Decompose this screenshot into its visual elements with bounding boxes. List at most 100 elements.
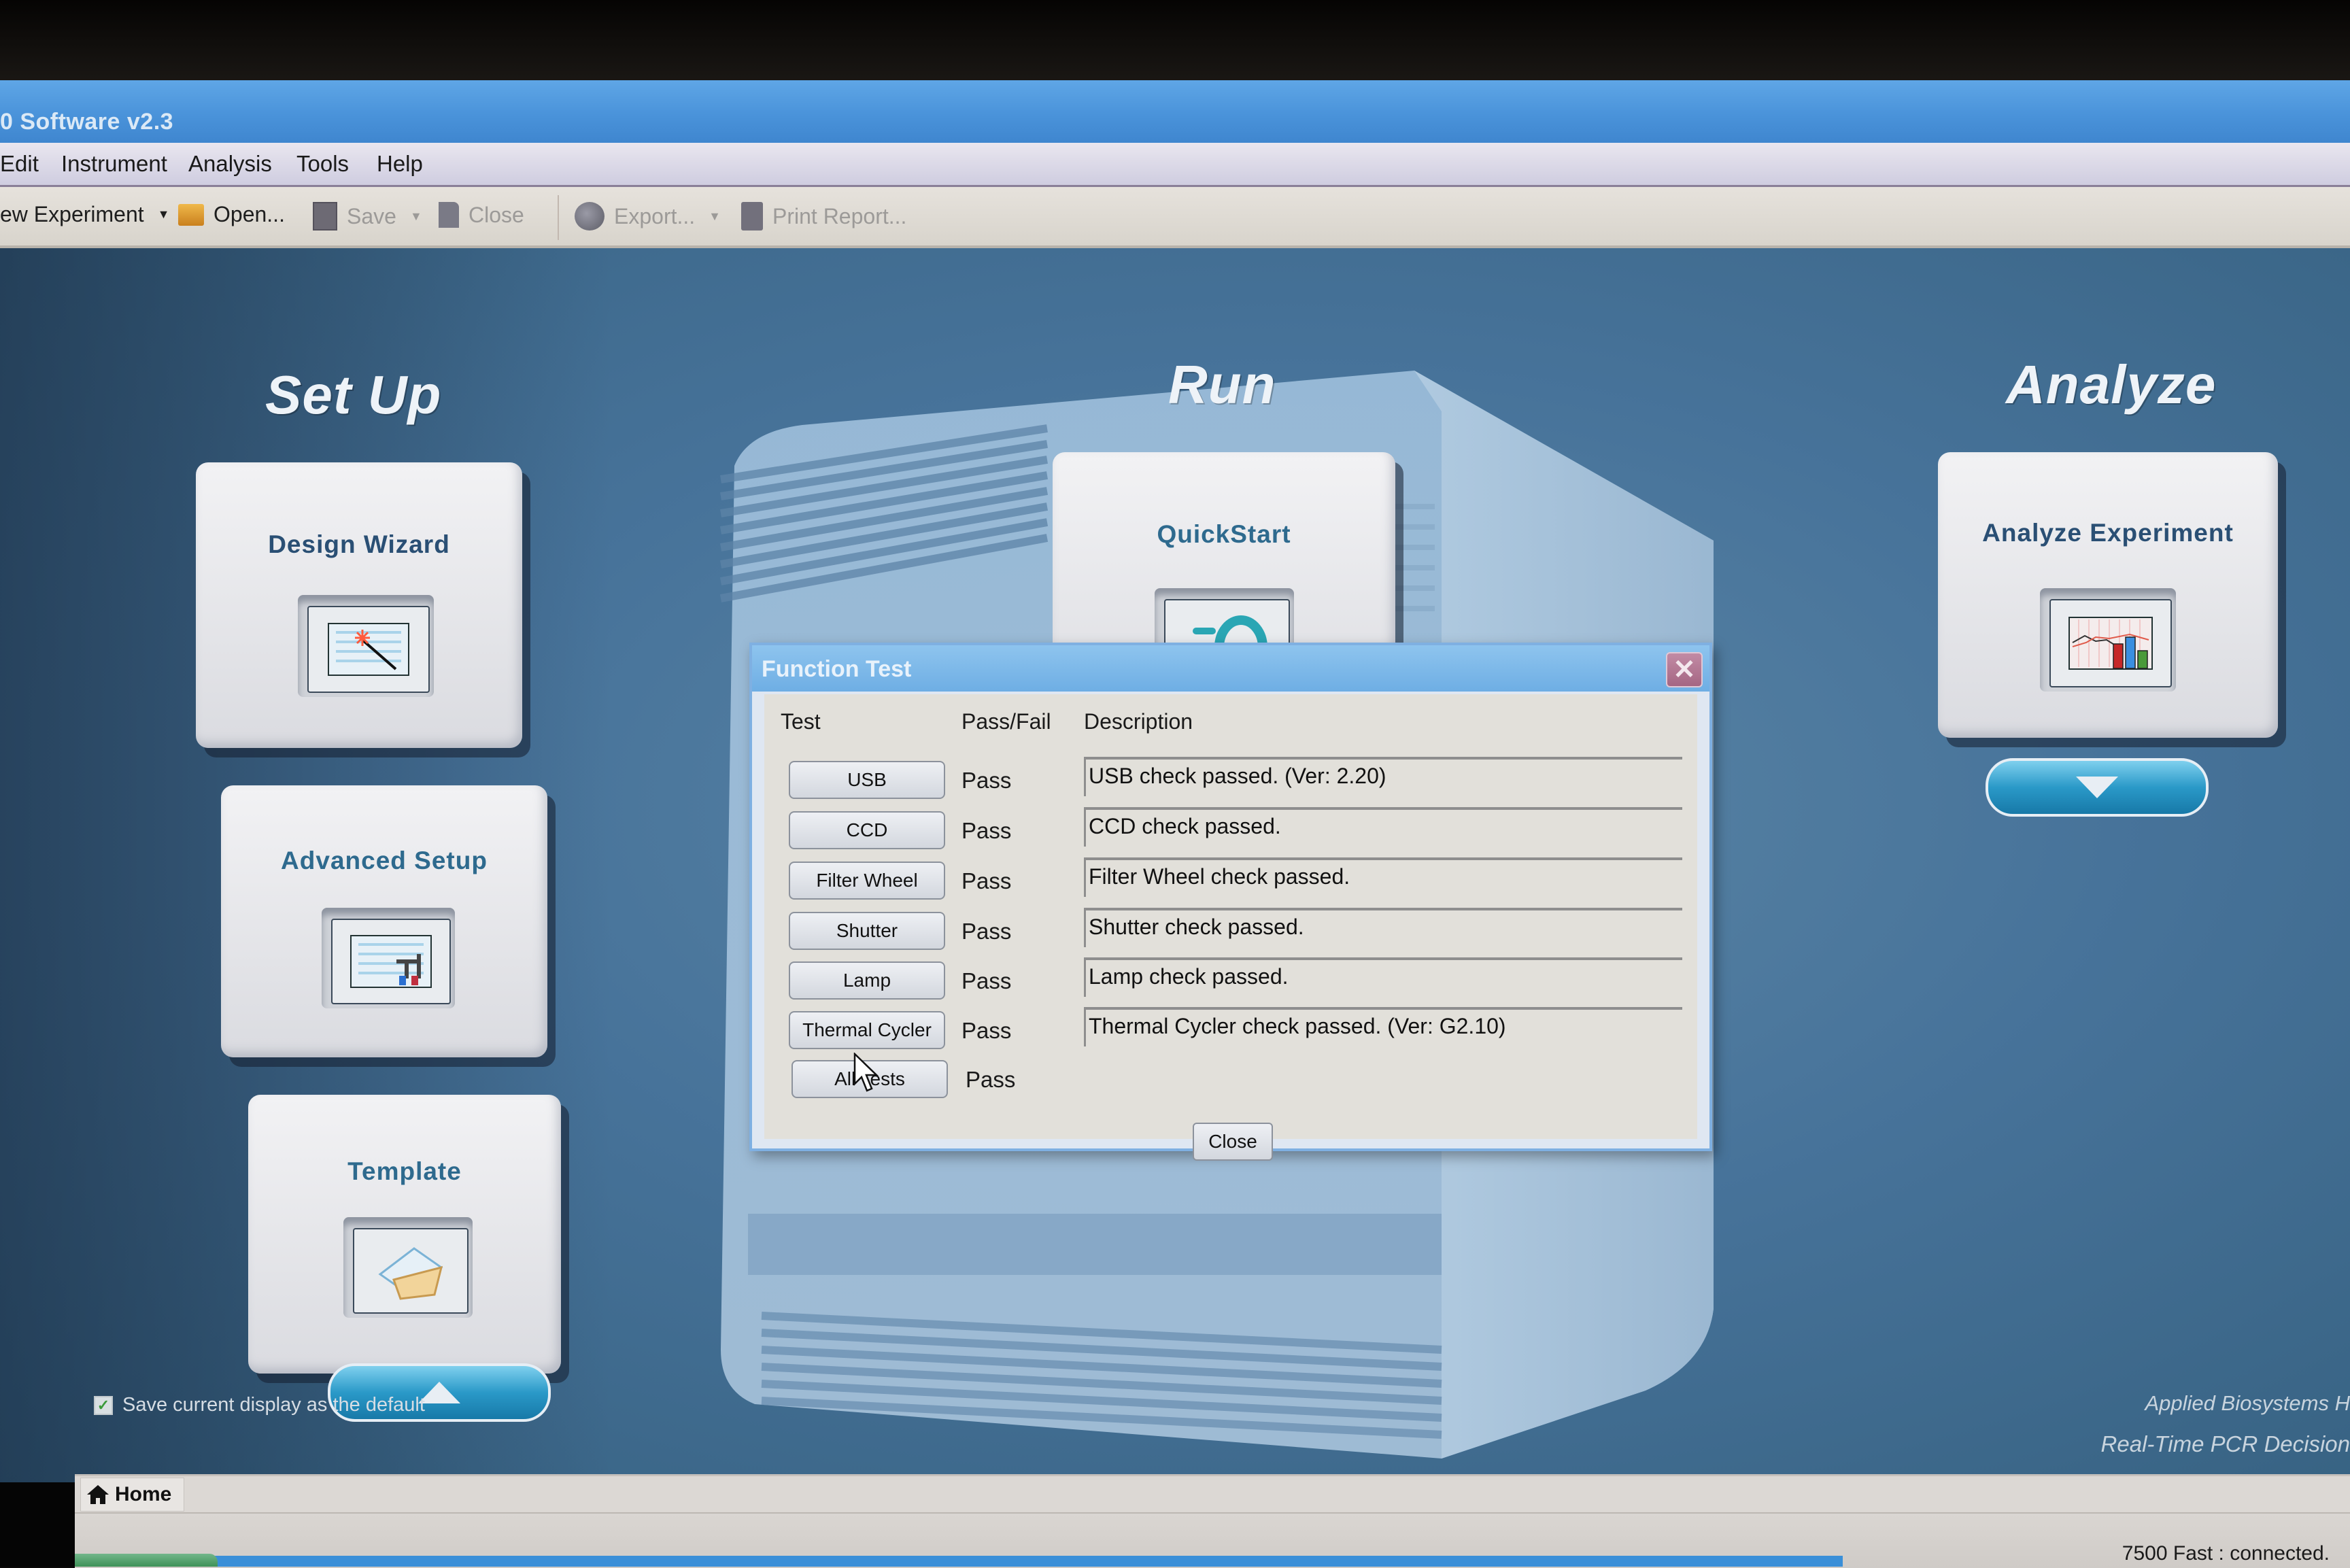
- menu-bar: Edit Instrument Analysis Tools Help: [0, 143, 2350, 187]
- test-row-usb: USB Pass USB check passed. (Ver: 2.20): [764, 757, 1697, 810]
- monitor-bezel: [0, 0, 2350, 82]
- test-description: USB check passed. (Ver: 2.20): [1084, 757, 1682, 796]
- column-header-description: Description: [1084, 709, 1193, 734]
- plate-tools-icon: [331, 919, 451, 1004]
- save-disk-icon: [313, 202, 337, 231]
- save-button[interactable]: Save ▼: [313, 202, 422, 231]
- mouse-pointer-icon: [853, 1053, 879, 1092]
- advanced-setup-label: Advanced Setup: [281, 847, 488, 874]
- tab-bar: Home: [75, 1474, 2350, 1514]
- printer-icon: [741, 202, 763, 231]
- menu-help[interactable]: Help: [377, 151, 423, 177]
- test-description: Filter Wheel check passed.: [1084, 857, 1682, 897]
- column-header-test: Test: [781, 709, 821, 734]
- open-button[interactable]: Open...: [178, 202, 285, 227]
- start-button[interactable]: [75, 1554, 218, 1567]
- close-document-icon: [439, 202, 459, 228]
- save-default-label: Save current display as the default: [122, 1394, 425, 1416]
- close-label: Close: [469, 202, 524, 227]
- test-row-thermal-cycler: Thermal Cycler Pass Thermal Cycler check…: [764, 1007, 1697, 1060]
- test-row-all-tests: All Tests Pass: [764, 1060, 1697, 1109]
- test-row-shutter: Shutter Pass Shutter check passed.: [764, 908, 1697, 961]
- setup-section-title: Set Up: [265, 364, 442, 425]
- connection-status: 7500 Fast : connected.: [2122, 1542, 2330, 1565]
- monitor-bezel-left: [0, 1482, 75, 1567]
- window-title: 0 Software v2.3: [0, 109, 174, 135]
- quickstart-label: QuickStart: [1157, 520, 1291, 548]
- menu-analysis[interactable]: Analysis: [188, 151, 272, 177]
- export-button[interactable]: Export... ▼: [575, 202, 721, 231]
- new-experiment-label: ew Experiment: [0, 202, 144, 226]
- test-description: Thermal Cycler check passed. (Ver: G2.10…: [1084, 1007, 1682, 1046]
- menu-tools[interactable]: Tools: [296, 151, 349, 177]
- brand-line-1: Applied Biosystems H: [2145, 1391, 2350, 1415]
- home-icon: [87, 1485, 109, 1504]
- test-result: Pass: [966, 1067, 1016, 1092]
- export-label: Export...: [614, 203, 696, 228]
- analyze-experiment-card[interactable]: Analyze Experiment: [1938, 452, 2278, 738]
- icon-well: [2040, 588, 2176, 692]
- home-tab-label: Home: [115, 1483, 172, 1505]
- function-test-dialog: Function Test ✕ Test Pass/Fail Descripti…: [749, 643, 1712, 1161]
- design-wizard-label: Design Wizard: [268, 530, 450, 558]
- analysis-chart-icon: [2049, 599, 2172, 687]
- save-default-option[interactable]: ✓ Save current display as the default: [94, 1394, 425, 1416]
- print-report-label: Print Report...: [772, 203, 907, 228]
- dialog-title: Function Test: [762, 656, 912, 682]
- dialog-close-icon[interactable]: ✕: [1666, 652, 1703, 687]
- save-default-checkbox[interactable]: ✓: [94, 1395, 113, 1415]
- template-label: Template: [347, 1157, 462, 1185]
- analyze-section-title: Analyze: [2006, 354, 2217, 415]
- tab-home[interactable]: Home: [80, 1478, 185, 1512]
- close-button[interactable]: Close: [439, 202, 524, 228]
- shutter-test-button[interactable]: Shutter: [789, 912, 945, 950]
- run-section-title: Run: [1168, 354, 1276, 415]
- title-bar: 0 Software v2.3: [0, 80, 2350, 143]
- dropdown-caret-icon: ▼: [409, 209, 422, 223]
- dialog-body: Test Pass/Fail Description USB Pass USB …: [764, 694, 1697, 1161]
- advanced-setup-card[interactable]: Advanced Setup: [221, 785, 547, 1057]
- test-row-lamp: Lamp Pass Lamp check passed.: [764, 957, 1697, 1010]
- template-card[interactable]: Template: [248, 1095, 561, 1374]
- dropdown-caret-icon: ▼: [709, 209, 721, 223]
- test-result: Pass: [961, 968, 1012, 993]
- dropdown-caret-icon: ▼: [157, 207, 170, 221]
- template-folder-icon: [353, 1228, 469, 1314]
- app-window: 0 Software v2.3 Edit Instrument Analysis…: [0, 80, 2350, 1568]
- lamp-test-button[interactable]: Lamp: [789, 961, 945, 1000]
- test-result: Pass: [961, 868, 1012, 893]
- save-label: Save: [347, 203, 396, 228]
- icon-well: [298, 595, 434, 697]
- print-report-button[interactable]: Print Report...: [741, 202, 906, 231]
- analyze-experiment-label: Analyze Experiment: [1982, 519, 2234, 547]
- column-header-pass-fail: Pass/Fail: [961, 709, 1051, 734]
- usb-test-button[interactable]: USB: [789, 761, 945, 799]
- toolbar-separator: [558, 195, 559, 240]
- test-result: Pass: [961, 1018, 1012, 1043]
- ccd-test-button[interactable]: CCD: [789, 811, 945, 849]
- dialog-close-button[interactable]: Close: [1193, 1123, 1273, 1161]
- icon-well: [322, 908, 455, 1008]
- open-folder-icon: [178, 203, 204, 226]
- new-experiment-button[interactable]: ew Experiment ▼: [0, 202, 169, 227]
- thermal-cycler-test-button[interactable]: Thermal Cycler: [789, 1011, 945, 1049]
- test-row-filter-wheel: Filter Wheel Pass Filter Wheel check pas…: [764, 857, 1697, 910]
- test-result: Pass: [961, 818, 1012, 843]
- magic-wand-icon: [307, 606, 430, 693]
- test-description: CCD check passed.: [1084, 807, 1682, 847]
- filter-wheel-test-button[interactable]: Filter Wheel: [789, 862, 945, 900]
- export-icon: [575, 202, 604, 231]
- brand-line-2: Real-Time PCR Decision: [2100, 1431, 2350, 1456]
- design-wizard-card[interactable]: Design Wizard: [196, 462, 522, 748]
- analyze-scroll-down-button[interactable]: [1986, 758, 2209, 817]
- toolbar: ew Experiment ▼ Open... Save ▼ Close Exp…: [0, 187, 2350, 248]
- menu-edit[interactable]: Edit: [0, 151, 39, 177]
- test-row-ccd: CCD Pass CCD check passed.: [764, 807, 1697, 860]
- dialog-title-bar: Function Test ✕: [752, 645, 1709, 692]
- icon-well: [343, 1217, 473, 1318]
- test-result: Pass: [961, 768, 1012, 793]
- menu-instrument[interactable]: Instrument: [61, 151, 167, 177]
- test-description: Lamp check passed.: [1084, 957, 1682, 997]
- open-label: Open...: [214, 202, 285, 226]
- test-result: Pass: [961, 919, 1012, 944]
